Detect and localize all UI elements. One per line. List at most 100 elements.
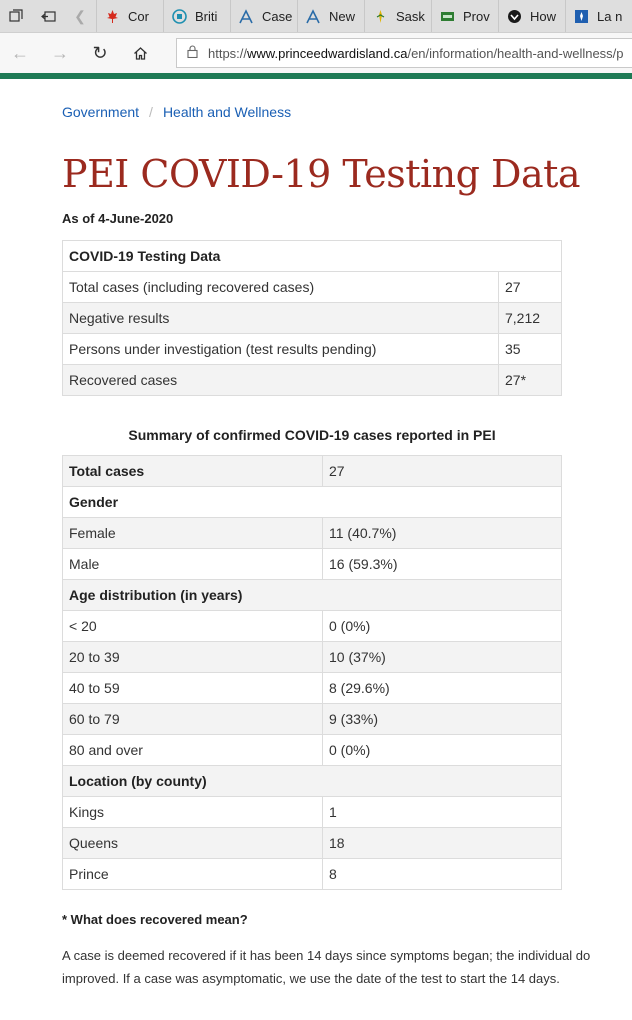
age-header-row: Age distribution (in years) xyxy=(62,579,562,611)
canada-flag-icon xyxy=(105,9,120,24)
recovered-line-2: improved. If a case was asymptomatic, we… xyxy=(62,971,560,986)
row-label: < 20 xyxy=(62,610,323,642)
gender-header-row: Gender xyxy=(62,486,562,518)
row-value: 35 xyxy=(498,333,562,365)
row-label: 40 to 59 xyxy=(62,672,323,704)
forward-arrow-icon[interactable]: → xyxy=(40,33,80,73)
site-accent-bar xyxy=(0,73,632,79)
browser-tab[interactable]: New xyxy=(297,0,364,32)
row-value: 9 (33%) xyxy=(322,703,562,735)
browser-tab[interactable]: Briti xyxy=(163,0,230,32)
testing-data-table: COVID-19 Testing Data Total cases (inclu… xyxy=(62,240,562,396)
browser-tab-label: La n xyxy=(597,8,623,24)
page-title: PEI COVID-19 Testing Data xyxy=(62,152,581,196)
row-label: Queens xyxy=(62,827,323,859)
row-value: 11 (40.7%) xyxy=(322,517,562,549)
alberta-logo-icon xyxy=(306,8,321,24)
browser-tab[interactable]: Cor xyxy=(96,0,163,32)
saskatchewan-logo-icon xyxy=(373,9,388,24)
manitoba-logo-icon xyxy=(440,9,455,24)
row-label: 20 to 39 xyxy=(62,641,323,673)
row-label: Prince xyxy=(62,858,323,890)
ontario-logo-icon xyxy=(507,9,522,24)
row-label: Recovered cases xyxy=(62,364,499,396)
age-header: Age distribution (in years) xyxy=(62,579,562,611)
table-row: 80 and over 0 (0%) xyxy=(62,734,562,766)
row-label: 60 to 79 xyxy=(62,703,323,735)
browser-tab-label: Briti xyxy=(195,8,218,24)
table-row: 40 to 59 8 (29.6%) xyxy=(62,672,562,704)
bc-logo-icon xyxy=(172,8,187,24)
tab-strip: ❮ Cor Briti Case New Sask Prov How La n xyxy=(0,0,632,33)
summary-table: Total cases 27 Gender Female 11 (40.7%) Mal… xyxy=(62,455,562,890)
recovered-explanation: A case is deemed recovered if it has bee… xyxy=(62,944,632,990)
browser-tab[interactable]: Case xyxy=(230,0,297,32)
browser-tab-label: How xyxy=(530,8,557,24)
row-value: 10 (37%) xyxy=(322,641,562,673)
row-value: 16 (59.3%) xyxy=(322,548,562,580)
browser-tab[interactable]: Sask xyxy=(364,0,431,32)
table-header: COVID-19 Testing Data xyxy=(62,240,562,272)
recovered-question: * What does recovered mean? xyxy=(62,912,248,927)
url-path: /en/information/health-and-wellness/p xyxy=(407,45,624,61)
quebec-logo-icon xyxy=(574,9,589,24)
row-value: 0 (0%) xyxy=(322,610,562,642)
browser-tab[interactable]: How xyxy=(498,0,565,32)
row-label: Kings xyxy=(62,796,323,828)
table-row: Queens 18 xyxy=(62,827,562,859)
breadcrumb-government-link[interactable]: Government xyxy=(62,104,139,120)
table-row: < 20 0 (0%) xyxy=(62,610,562,642)
home-icon[interactable] xyxy=(120,33,160,73)
table-row: 60 to 79 9 (33%) xyxy=(62,703,562,735)
breadcrumb-health-link[interactable]: Health and Wellness xyxy=(163,104,291,120)
table-row: Recovered cases 27* xyxy=(62,364,562,396)
row-value: 8 (29.6%) xyxy=(322,672,562,704)
table-row: Total cases (including recovered cases) 2… xyxy=(62,271,562,303)
location-header: Location (by county) xyxy=(62,765,562,797)
row-value: 27* xyxy=(498,364,562,396)
table-row: Kings 1 xyxy=(62,796,562,828)
row-value: 18 xyxy=(322,827,562,859)
total-cases-row: Total cases 27 xyxy=(62,455,562,487)
summary-caption: Summary of confirmed COVID-19 cases repo… xyxy=(128,427,496,443)
breadcrumb: Government / Health and Wellness xyxy=(62,104,291,120)
browser-tab-label: New xyxy=(329,8,356,24)
alberta-logo-icon xyxy=(239,8,254,24)
total-cases-label: Total cases xyxy=(62,455,323,487)
row-value: 1 xyxy=(322,796,562,828)
browser-tab[interactable]: Prov xyxy=(431,0,498,32)
table-row: Prince 8 xyxy=(62,858,562,890)
row-label: Total cases (including recovered cases) xyxy=(62,271,499,303)
location-header-row: Location (by county) xyxy=(62,765,562,797)
gender-header: Gender xyxy=(62,486,562,518)
row-value: 8 xyxy=(322,858,562,890)
row-label: 80 and over xyxy=(62,734,323,766)
row-value: 7,212 xyxy=(498,302,562,334)
row-label: Negative results xyxy=(62,302,499,334)
url-host: www.princeedwardisland.ca xyxy=(247,45,408,61)
breadcrumb-separator: / xyxy=(149,104,153,120)
as-of-date: As of 4-June-2020 xyxy=(62,211,174,226)
browser-tab[interactable]: La n xyxy=(565,0,632,32)
back-arrow-icon[interactable]: ← xyxy=(0,33,40,73)
table-row: Persons under investigation (test result… xyxy=(62,333,562,365)
navigation-bar: ← → ↻ https://www.princeedwardisland.ca /… xyxy=(0,33,632,73)
table-header-row: COVID-19 Testing Data xyxy=(62,240,562,272)
browser-tab-label: Sask xyxy=(396,8,425,24)
recovered-line-1: A case is deemed recovered if it has bee… xyxy=(62,948,591,963)
row-label: Persons under investigation (test result… xyxy=(62,333,499,365)
row-label: Female xyxy=(62,517,323,549)
tab-actions-icon[interactable] xyxy=(0,0,32,32)
lock-icon xyxy=(187,45,198,61)
address-bar[interactable]: https://www.princeedwardisland.ca/en/inf… xyxy=(176,38,632,68)
set-aside-tabs-icon[interactable] xyxy=(32,0,64,32)
table-row: Negative results 7,212 xyxy=(62,302,562,334)
browser-tab-label: Prov xyxy=(463,8,490,24)
table-row: 20 to 39 10 (37%) xyxy=(62,641,562,673)
refresh-icon[interactable]: ↻ xyxy=(80,33,120,73)
table-row: Male 16 (59.3%) xyxy=(62,548,562,580)
row-value: 0 (0%) xyxy=(322,734,562,766)
tab-scroll-left-icon[interactable]: ❮ xyxy=(64,0,96,32)
table-row: Female 11 (40.7%) xyxy=(62,517,562,549)
row-value: 27 xyxy=(498,271,562,303)
